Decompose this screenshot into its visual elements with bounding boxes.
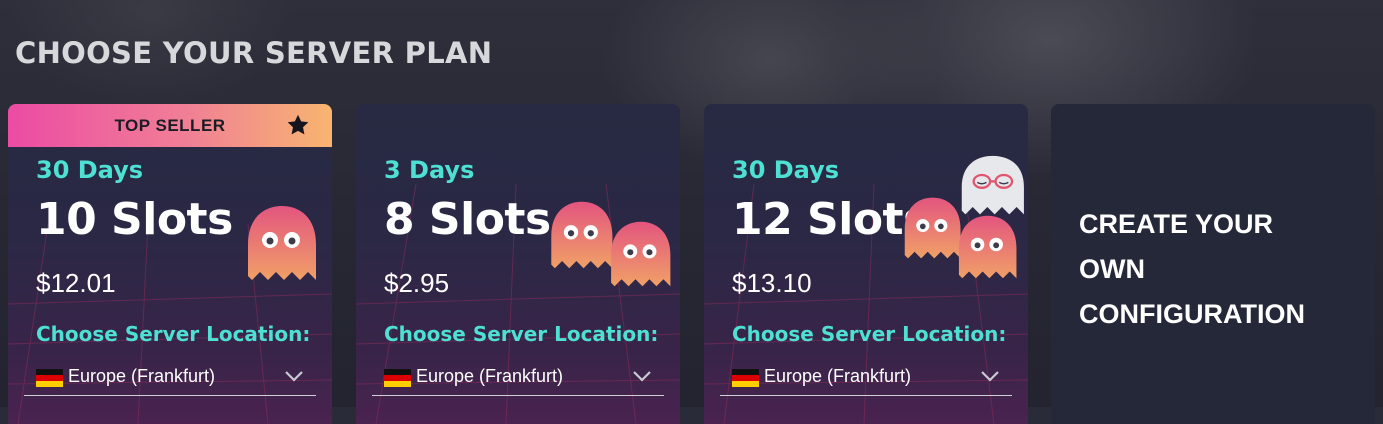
chevron-down-icon[interactable] xyxy=(284,369,304,383)
page-title: CHOOSE YOUR SERVER PLAN xyxy=(15,36,493,70)
plan-card-30-days-12-slots[interactable]: 30 Days 12 Slots $13.10 Choose Server Lo… xyxy=(704,104,1028,424)
ghost-icon xyxy=(611,221,671,287)
chevron-down-icon[interactable] xyxy=(632,369,652,383)
germany-flag-icon xyxy=(732,369,759,387)
custom-configuration-label: CREATE YOUR OWN CONFIGURATION xyxy=(1079,202,1339,337)
plan-card-30-days-10-slots[interactable]: TOP SELLER 30 Days 10 Slots $12.01 Choos… xyxy=(8,104,332,424)
ghost-with-glasses-icon xyxy=(961,155,1024,215)
plan-duration: 3 Days xyxy=(384,156,475,184)
plan-card-3-days-8-slots[interactable]: 3 Days 8 Slots $2.95 Choose Server Locat… xyxy=(356,104,680,424)
location-label: Choose Server Location: xyxy=(384,322,659,346)
germany-flag-icon xyxy=(36,369,63,387)
plan-slots: 8 Slots xyxy=(384,194,551,245)
location-select[interactable]: Europe (Frankfurt) xyxy=(24,359,316,396)
ghost-icon xyxy=(958,215,1017,279)
location-label: Choose Server Location: xyxy=(36,322,311,346)
ghost-icon xyxy=(248,206,316,280)
location-label: Choose Server Location: xyxy=(732,322,1007,346)
chevron-down-icon[interactable] xyxy=(980,369,1000,383)
plan-price: $12.01 xyxy=(36,268,116,298)
plan-price: $13.10 xyxy=(732,268,812,298)
top-seller-label: TOP SELLER xyxy=(114,115,226,135)
location-select[interactable]: Europe (Frankfurt) xyxy=(720,359,1012,396)
location-selected-value: Europe (Frankfurt) xyxy=(68,366,216,386)
germany-flag-icon xyxy=(384,369,411,387)
top-seller-badge: TOP SELLER xyxy=(8,104,332,147)
plan-duration: 30 Days xyxy=(732,156,840,184)
custom-line-3: CONFIGURATION xyxy=(1079,299,1305,329)
create-custom-configuration-card[interactable]: CREATE YOUR OWN CONFIGURATION xyxy=(1051,104,1375,424)
plan-price: $2.95 xyxy=(384,268,450,298)
location-selected-value: Europe (Frankfurt) xyxy=(416,366,564,386)
custom-line-2: OWN xyxy=(1079,254,1145,284)
star-icon xyxy=(287,114,309,135)
location-selected-value: Europe (Frankfurt) xyxy=(764,366,912,386)
custom-line-1: CREATE YOUR xyxy=(1079,209,1274,239)
plan-duration: 30 Days xyxy=(36,156,144,184)
plan-slots: 10 Slots xyxy=(36,194,233,245)
location-select[interactable]: Europe (Frankfurt) xyxy=(372,359,664,396)
